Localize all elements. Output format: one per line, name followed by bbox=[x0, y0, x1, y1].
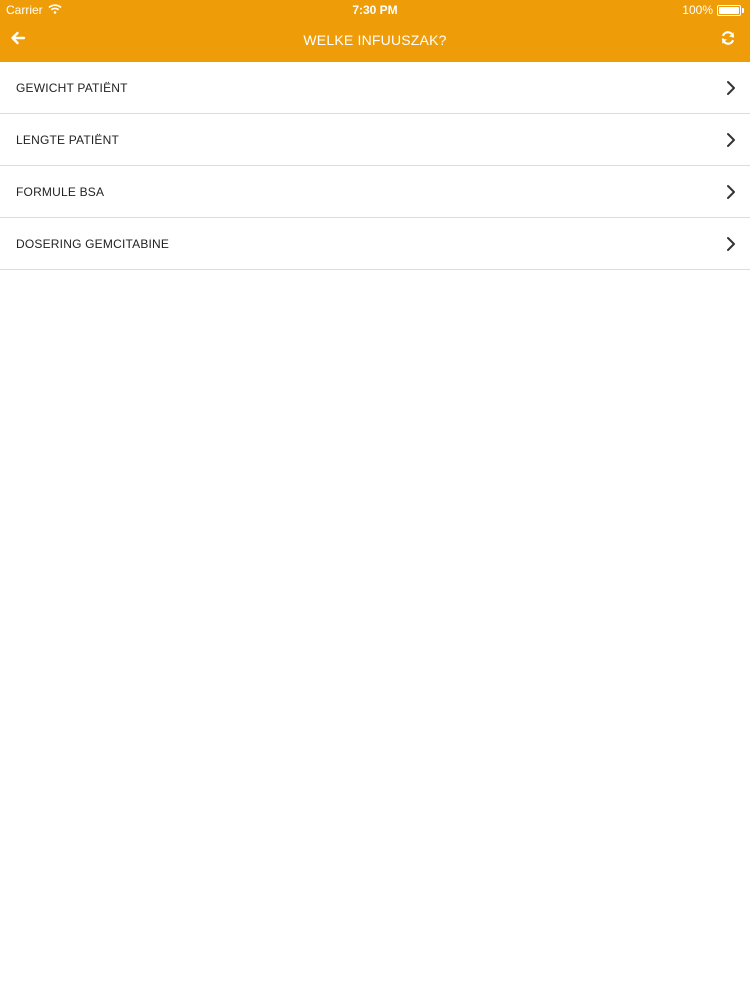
list-item-formule-bsa[interactable]: FORMULE BSA bbox=[0, 166, 750, 218]
nav-bar: WELKE INFUUSZAK? bbox=[0, 20, 750, 62]
refresh-button[interactable] bbox=[716, 28, 740, 52]
page-title: WELKE INFUUSZAK? bbox=[303, 32, 447, 48]
header: Carrier 7:30 PM 100% WELKE INFUUSZAK? bbox=[0, 0, 750, 62]
battery-tip bbox=[742, 7, 744, 13]
chevron-right-icon bbox=[725, 80, 737, 96]
list-item-label: FORMULE BSA bbox=[16, 185, 105, 199]
list-item-label: LENGTE PATIËNT bbox=[16, 133, 120, 147]
list-item-label: DOSERING GEMCITABINE bbox=[16, 237, 170, 251]
battery-icon bbox=[717, 4, 741, 16]
list-item-label: GEWICHT PATIËNT bbox=[16, 81, 128, 95]
list-item-lengte[interactable]: LENGTE PATIËNT bbox=[0, 114, 750, 166]
status-right: 100% bbox=[682, 3, 744, 17]
chevron-right-icon bbox=[725, 184, 737, 200]
chevron-right-icon bbox=[725, 236, 737, 252]
battery-percent: 100% bbox=[682, 3, 713, 17]
chevron-right-icon bbox=[725, 132, 737, 148]
refresh-icon bbox=[720, 30, 736, 51]
status-time: 7:30 PM bbox=[352, 3, 398, 17]
settings-list: GEWICHT PATIËNT LENGTE PATIËNT FORMULE B… bbox=[0, 62, 750, 270]
status-bar: Carrier 7:30 PM 100% bbox=[0, 0, 750, 20]
list-item-gewicht[interactable]: GEWICHT PATIËNT bbox=[0, 62, 750, 114]
list-item-dosering[interactable]: DOSERING GEMCITABINE bbox=[0, 218, 750, 270]
